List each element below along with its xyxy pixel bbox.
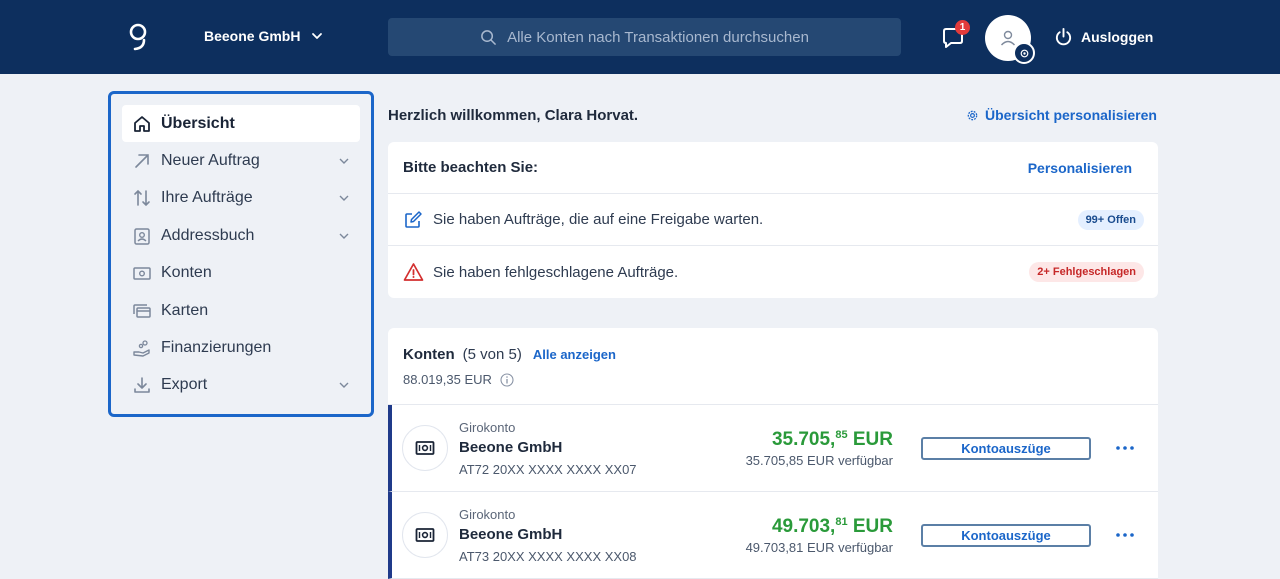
download-icon <box>132 375 152 395</box>
sidebar-item-export[interactable]: Export <box>122 367 360 404</box>
account-balance: 49.703,81 EUR <box>771 515 893 537</box>
transfer-arrows-icon <box>132 188 152 208</box>
accounts-count: (5 von 5) <box>462 346 522 363</box>
banknote-icon <box>132 263 152 283</box>
notice-row-failed[interactable]: Sie haben fehlgeschlagene Aufträge. 2+ F… <box>388 246 1158 298</box>
accounts-total: 88.019,35 EUR <box>403 372 492 387</box>
sidebar-item-label: Export <box>161 376 208 394</box>
personalize-link[interactable]: Personalisieren <box>1028 160 1132 176</box>
company-switcher[interactable]: Beeone GmbH <box>204 28 324 44</box>
chevron-down-icon <box>339 195 349 202</box>
arrow-up-right-icon <box>132 151 152 171</box>
more-options-icon[interactable] <box>1115 438 1135 458</box>
sidebar-item-label: Addressbuch <box>161 226 255 244</box>
search-placeholder: Alle Konten nach Transaktionen durchsuch… <box>507 28 809 46</box>
notice-row-pending[interactable]: Sie haben Aufträge, die auf eine Freigab… <box>388 194 1158 246</box>
banknote-icon <box>402 425 448 471</box>
notification-badge: 1 <box>955 20 970 35</box>
power-icon <box>1055 27 1072 46</box>
account-available: 49.703,81 EUR verfügbar <box>745 539 893 555</box>
account-type: Girokonto <box>459 506 516 522</box>
personalize-overview-link[interactable]: Übersicht personalisieren <box>966 107 1157 123</box>
sidebar-item-ihre-auftraege[interactable]: Ihre Aufträge <box>122 180 360 217</box>
show-all-link[interactable]: Alle anzeigen <box>533 347 616 362</box>
sidebar-item-konten[interactable]: Konten <box>122 255 360 292</box>
status-badge: 2+ Fehlgeschlagen <box>1029 262 1144 282</box>
search-icon <box>481 29 496 45</box>
logout-button[interactable]: Ausloggen <box>1054 27 1153 46</box>
statements-button[interactable]: Kontoauszüge <box>921 523 1091 547</box>
top-header: Beeone GmbH Alle Konten nach Transaktion… <box>0 0 1280 74</box>
logout-label: Ausloggen <box>1081 28 1154 45</box>
search-input[interactable]: Alle Konten nach Transaktionen durchsuch… <box>388 18 901 56</box>
account-iban: AT73 20XX XXXX XXXX XX08 <box>459 548 637 564</box>
account-row[interactable]: Girokonto Beeone GmbH AT73 20XX XXXX XXX… <box>388 492 1158 579</box>
chevron-down-icon <box>339 382 349 389</box>
account-balance: 35.705,85 EUR <box>771 428 893 450</box>
info-icon[interactable] <box>500 372 514 387</box>
hand-coins-icon <box>132 338 152 358</box>
account-row[interactable]: Girokonto Beeone GmbH AT72 20XX XXXX XXX… <box>388 405 1158 492</box>
sidebar-item-label: Konten <box>161 264 212 282</box>
sidebar-item-label: Übersicht <box>161 114 235 132</box>
sidebar-item-finanzierungen[interactable]: Finanzierungen <box>122 329 360 366</box>
account-name: Beeone GmbH <box>459 438 563 456</box>
warning-icon <box>403 262 424 283</box>
chevron-down-icon <box>312 33 323 39</box>
more-options-icon[interactable] <box>1115 525 1135 545</box>
sidebar-item-label: Karten <box>161 301 209 319</box>
sidebar-item-uebersicht[interactable]: Übersicht <box>122 105 360 143</box>
home-icon <box>132 114 152 134</box>
notice-text: Sie haben Aufträge, die auf eine Freigab… <box>433 211 764 228</box>
account-type: Girokonto <box>459 419 516 435</box>
cards-icon <box>132 301 152 321</box>
sidebar-item-karten[interactable]: Karten <box>122 292 360 329</box>
sidebar-item-neuer-auftrag[interactable]: Neuer Auftrag <box>122 142 360 179</box>
notice-title: Bitte beachten Sie: <box>403 159 539 176</box>
welcome-heading: Herzlich willkommen, Clara Horvat. <box>388 107 639 124</box>
personalize-overview-label: Übersicht personalisieren <box>985 107 1157 123</box>
settings-gear-icon[interactable] <box>1013 42 1035 64</box>
notice-text: Sie haben fehlgeschlagene Aufträge. <box>433 263 679 281</box>
accounts-header: Konten (5 von 5) Alle anzeigen 88.019,35… <box>388 328 1158 405</box>
status-badge: 99+ Offen <box>1077 209 1144 230</box>
chevron-down-icon <box>339 233 349 239</box>
banknote-icon <box>402 512 448 558</box>
account-iban: AT72 20XX XXXX XXXX XX07 <box>459 461 637 477</box>
sidebar-item-label: Neuer Auftrag <box>161 152 260 170</box>
sidebar-item-label: Ihre Aufträge <box>161 189 253 207</box>
chevron-down-icon <box>339 158 349 165</box>
notice-header: Bitte beachten Sie: Personalisieren <box>388 142 1158 194</box>
accounts-title: Konten <box>403 346 455 363</box>
notice-card: Bitte beachten Sie: Personalisieren Sie … <box>388 142 1158 298</box>
edit-icon <box>403 209 424 230</box>
sidebar-item-label: Finanzierungen <box>161 339 272 357</box>
contact-card-icon <box>132 226 152 246</box>
sidebar-nav: Übersicht Neuer Auftrag Ihre Aufträge Ad… <box>108 91 374 417</box>
accounts-card: Konten (5 von 5) Alle anzeigen 88.019,35… <box>388 328 1158 579</box>
statements-button[interactable]: Kontoauszüge <box>921 436 1091 460</box>
company-name: Beeone GmbH <box>204 28 301 44</box>
account-available: 35.705,85 EUR verfügbar <box>745 452 893 468</box>
bank-logo-icon[interactable] <box>126 22 150 52</box>
gear-icon <box>967 110 978 120</box>
sidebar-item-addressbuch[interactable]: Addressbuch <box>122 217 360 254</box>
account-name: Beeone GmbH <box>459 525 563 543</box>
